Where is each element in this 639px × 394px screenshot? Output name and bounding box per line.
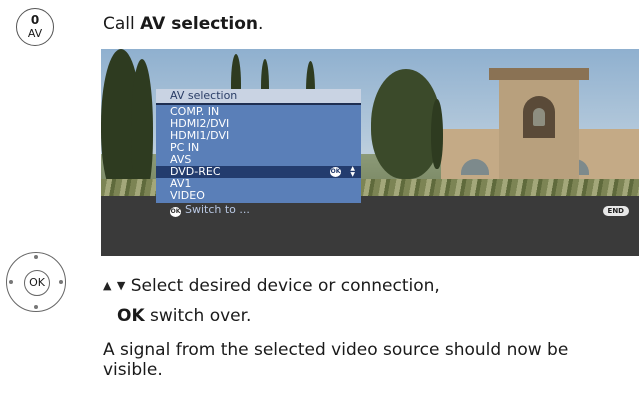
left-dot — [9, 280, 13, 284]
av-selection-menu: AV selection COMP. IN HDMI2/DVI HDMI1/DV… — [156, 89, 361, 217]
step3-bold: OK — [117, 306, 145, 326]
tower-roof — [489, 68, 589, 80]
bell-icon — [533, 108, 545, 126]
step1-prefix: Call — [103, 14, 141, 34]
step-signal-note: A signal from the selected video source … — [103, 340, 568, 380]
up-arrow-icon: ▲ — [103, 279, 112, 292]
menu-footer-hint: OK Switch to ... — [156, 203, 361, 217]
ok-icon: OK — [330, 167, 341, 177]
ok-icon: OK — [170, 207, 181, 217]
note-line-2: visible. — [103, 360, 163, 380]
av-key-icon: 0 AV — [16, 8, 54, 46]
down-dot — [34, 305, 38, 309]
step2-text: Select desired device or connection, — [130, 276, 440, 296]
footer-text: Switch to ... — [185, 203, 250, 216]
tv-screen: END AV selection COMP. IN HDMI2/DVI HDMI… — [101, 49, 639, 256]
bell-tower — [489, 68, 589, 192]
av-source-video[interactable]: VIDEO — [156, 190, 361, 202]
window — [461, 159, 489, 175]
av-key-label: AV — [27, 27, 43, 40]
right-dot — [59, 280, 63, 284]
step1-bold: AV selection — [140, 14, 259, 34]
remote-ok-pad-icon: OK — [6, 252, 68, 314]
step-select-device: ▲ ▼ Select desired device or connection, — [103, 276, 440, 296]
av-source-list: COMP. IN HDMI2/DVI HDMI1/DVI PC IN AVS D… — [156, 105, 361, 203]
ok-button-icon: OK — [24, 270, 50, 296]
tree — [131, 59, 153, 199]
step-call-av-selection: Call AV selection. — [103, 14, 263, 34]
step-ok-switch: OK switch over. — [117, 306, 251, 326]
end-button-hint: END — [602, 206, 629, 216]
cypress-tree — [431, 99, 443, 169]
down-arrow-icon: ▼ — [116, 279, 126, 292]
menu-title: AV selection — [156, 89, 361, 105]
note-line-1: A signal from the selected video source … — [103, 340, 569, 360]
av-key-number: 0 — [30, 13, 40, 27]
step3-text: switch over. — [144, 306, 252, 326]
up-dot — [34, 255, 38, 259]
step1-suffix: . — [258, 14, 264, 34]
up-down-arrows-icon: ▲ ▼ — [350, 165, 355, 178]
